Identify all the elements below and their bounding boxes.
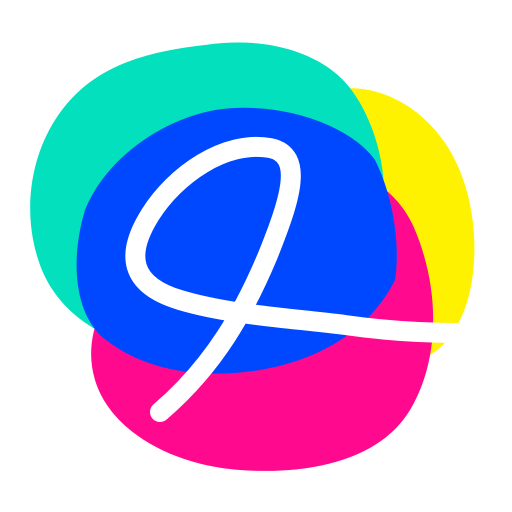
script-letter-logo-icon (30, 42, 475, 471)
app-icon-canvas (0, 0, 512, 512)
